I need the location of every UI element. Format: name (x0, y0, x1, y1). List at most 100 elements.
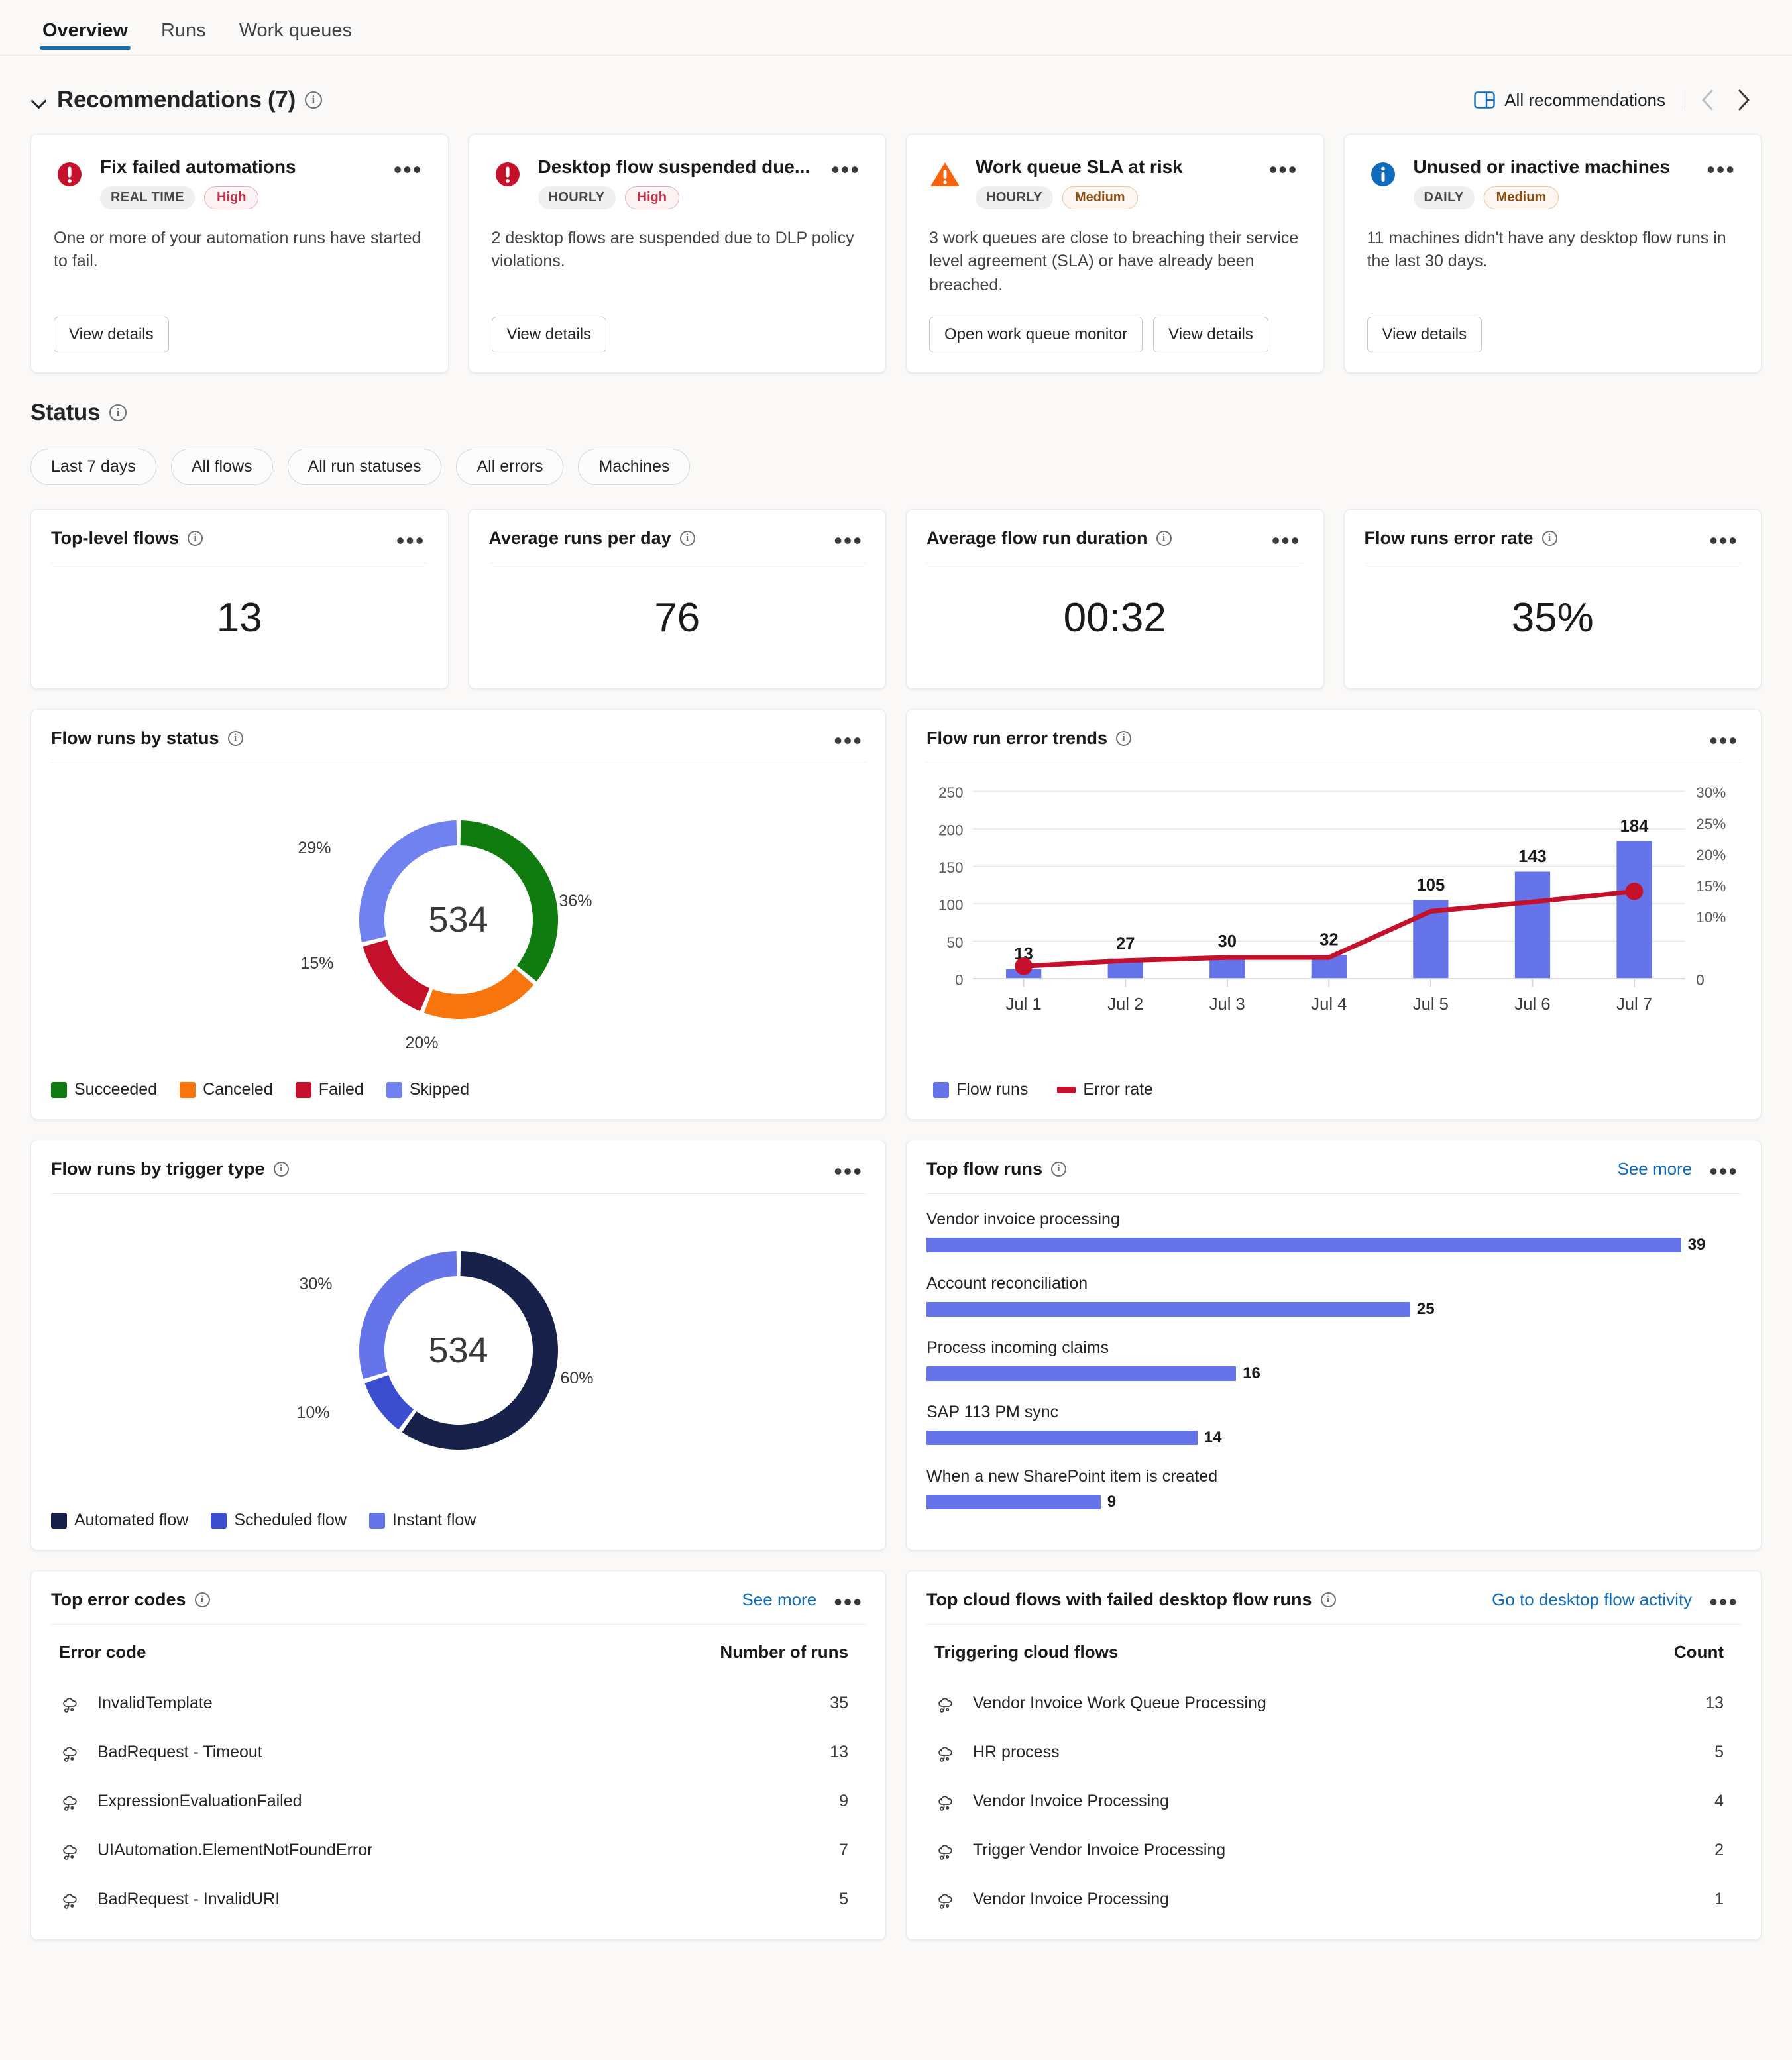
top-flow-run-item[interactable]: Vendor invoice processing 39 (926, 1210, 1741, 1254)
info-icon[interactable]: i (304, 91, 322, 109)
bar[interactable] (1616, 841, 1652, 979)
see-more-link[interactable]: See more (1617, 1159, 1692, 1179)
info-icon[interactable]: i (1050, 1161, 1066, 1177)
card-more-options-button[interactable]: ••• (1707, 1590, 1741, 1614)
card-more-options-button[interactable]: ••• (831, 729, 866, 753)
card-more-options-button[interactable]: ••• (831, 1590, 866, 1614)
collapse-chevron-down-icon[interactable] (30, 91, 48, 109)
view-details-button[interactable]: View details (1367, 317, 1483, 353)
view-details-button[interactable]: View details (491, 317, 607, 353)
legend-item[interactable]: Canceled (180, 1080, 273, 1099)
recommendation-card[interactable]: Desktop flow suspended due... HOURLY Hig… (468, 134, 886, 374)
legend-item[interactable]: Skipped (386, 1080, 469, 1099)
column-header: Error code (59, 1642, 146, 1662)
filter-chip-machines[interactable]: Machines (578, 449, 691, 486)
flow-name: SAP 113 PM sync (926, 1403, 1059, 1422)
flow-name: Account reconciliation (926, 1274, 1088, 1293)
card-more-options-button[interactable]: ••• (1707, 529, 1741, 553)
view-details-button[interactable]: View details (54, 317, 169, 353)
flow-name: Process incoming claims (926, 1338, 1109, 1358)
card-more-options-button[interactable]: ••• (1707, 729, 1741, 753)
tab-runs[interactable]: Runs (149, 15, 218, 55)
info-icon[interactable]: i (679, 530, 695, 546)
donut-slice[interactable] (423, 968, 533, 1020)
row-name: BadRequest - InvalidURI (97, 1889, 280, 1908)
donut-trigger-chart[interactable]: 534 60% 10% 30% (297, 1211, 611, 1490)
donut-slice[interactable] (460, 820, 558, 982)
info-icon[interactable]: i (1156, 530, 1172, 546)
table-row[interactable]: BadRequest - InvalidURI 5 (51, 1874, 866, 1924)
go-to-desktop-flow-activity-link[interactable]: Go to desktop flow activity (1492, 1590, 1692, 1610)
line-marker[interactable] (1625, 883, 1644, 900)
table-row[interactable]: Vendor Invoice Processing 4 (926, 1776, 1741, 1825)
info-icon[interactable]: i (194, 1592, 210, 1607)
cloud-flow-icon (938, 1894, 952, 1909)
legend-item[interactable]: Automated flow (51, 1511, 188, 1530)
table-row[interactable]: Vendor Invoice Work Queue Processing 13 (926, 1678, 1741, 1727)
top-flow-run-item[interactable]: SAP 113 PM sync 14 (926, 1403, 1741, 1447)
y2-axis-tick: 20% (1696, 847, 1726, 863)
card-more-options-button[interactable]: ••• (831, 1160, 866, 1183)
donut-slice[interactable] (359, 820, 457, 943)
tab-work-queues[interactable]: Work queues (227, 15, 364, 55)
recommendation-card[interactable]: Unused or inactive machines DAILY Medium… (1343, 134, 1762, 374)
table-row[interactable]: ExpressionEvaluationFailed 9 (51, 1776, 866, 1825)
cloud-flow-icon (938, 1796, 952, 1811)
table-row[interactable]: BadRequest - Timeout 13 (51, 1727, 866, 1776)
recommendation-more-options-button[interactable]: ••• (391, 158, 425, 182)
card-more-options-button[interactable]: ••• (831, 529, 866, 553)
info-icon[interactable]: i (188, 530, 203, 546)
legend-item[interactable]: Flow runs (933, 1080, 1028, 1099)
open-work-queue-monitor-button[interactable]: Open work queue monitor (929, 317, 1143, 353)
all-recommendations-button[interactable]: All recommendations (1474, 89, 1683, 111)
info-icon[interactable]: i (227, 730, 243, 746)
legend-item[interactable]: Failed (295, 1080, 364, 1099)
line-marker[interactable] (1015, 957, 1033, 975)
info-icon[interactable]: i (1320, 1592, 1336, 1607)
top-flow-run-item[interactable]: Process incoming claims 16 (926, 1338, 1741, 1383)
recommendation-more-options-button[interactable]: ••• (828, 158, 863, 182)
card-more-options-button[interactable]: ••• (1269, 529, 1304, 553)
warning-icon (930, 162, 960, 186)
legend-item[interactable]: Succeeded (51, 1080, 157, 1099)
bar-value-label: 30 (1218, 932, 1237, 951)
donut-slice[interactable] (364, 1375, 414, 1430)
card-more-options-button[interactable]: ••• (1707, 1160, 1741, 1183)
error-trend-chart[interactable]: 0 50 100 150 200 250 0 10% 15% 20% 25% 30% 0 13 27 30 32… (920, 775, 1748, 1075)
tab-runs-label: Runs (160, 20, 206, 41)
top-flow-run-item[interactable]: Account reconciliation 25 (926, 1274, 1741, 1319)
filter-chip-last-7-days[interactable]: Last 7 days (30, 449, 156, 486)
legend-item[interactable]: Error rate (1057, 1080, 1153, 1099)
donut-slice[interactable] (359, 1251, 457, 1380)
table-row[interactable]: HR process 5 (926, 1727, 1741, 1776)
card-more-options-button[interactable]: ••• (394, 529, 428, 553)
table-row[interactable]: Vendor Invoice Processing 1 (926, 1874, 1741, 1924)
bar[interactable] (1514, 871, 1551, 979)
recommendation-card[interactable]: Work queue SLA at risk HOURLY Medium •••… (906, 134, 1324, 374)
filter-chip-all-flows[interactable]: All flows (170, 449, 273, 486)
view-details-button[interactable]: View details (1153, 317, 1268, 353)
filter-chip-all-errors[interactable]: All errors (456, 449, 564, 486)
recommendation-more-options-button[interactable]: ••• (1266, 158, 1301, 182)
info-icon[interactable]: i (1116, 730, 1132, 746)
donut-status-chart[interactable]: 534 36% 20% 15% 29% (298, 781, 611, 1059)
table-row[interactable]: UIAutomation.ElementNotFoundError 7 (51, 1825, 866, 1874)
legend-item[interactable]: Scheduled flow (211, 1511, 347, 1530)
legend-item[interactable]: Instant flow (368, 1511, 476, 1530)
flow-bar (926, 1431, 1198, 1446)
see-more-link[interactable]: See more (742, 1590, 816, 1610)
info-icon[interactable]: i (273, 1161, 289, 1177)
tab-overview[interactable]: Overview (30, 15, 140, 55)
recommendation-more-options-button[interactable]: ••• (1704, 158, 1738, 182)
next-recommendations-button[interactable] (1726, 82, 1762, 118)
donut-slice[interactable] (363, 940, 429, 1012)
table-row[interactable]: Trigger Vendor Invoice Processing 2 (926, 1825, 1741, 1874)
filter-chip-all-run-statuses[interactable]: All run statuses (287, 449, 442, 486)
error-circle-icon (58, 162, 82, 186)
prev-recommendations-button[interactable] (1690, 82, 1726, 118)
table-row[interactable]: InvalidTemplate 35 (51, 1678, 866, 1727)
info-icon[interactable]: i (1541, 530, 1557, 546)
recommendation-card[interactable]: Fix failed automations REAL TIME High ••… (30, 134, 449, 374)
top-flow-run-item[interactable]: When a new SharePoint item is created 9 (926, 1467, 1741, 1511)
info-icon[interactable]: i (109, 404, 127, 422)
